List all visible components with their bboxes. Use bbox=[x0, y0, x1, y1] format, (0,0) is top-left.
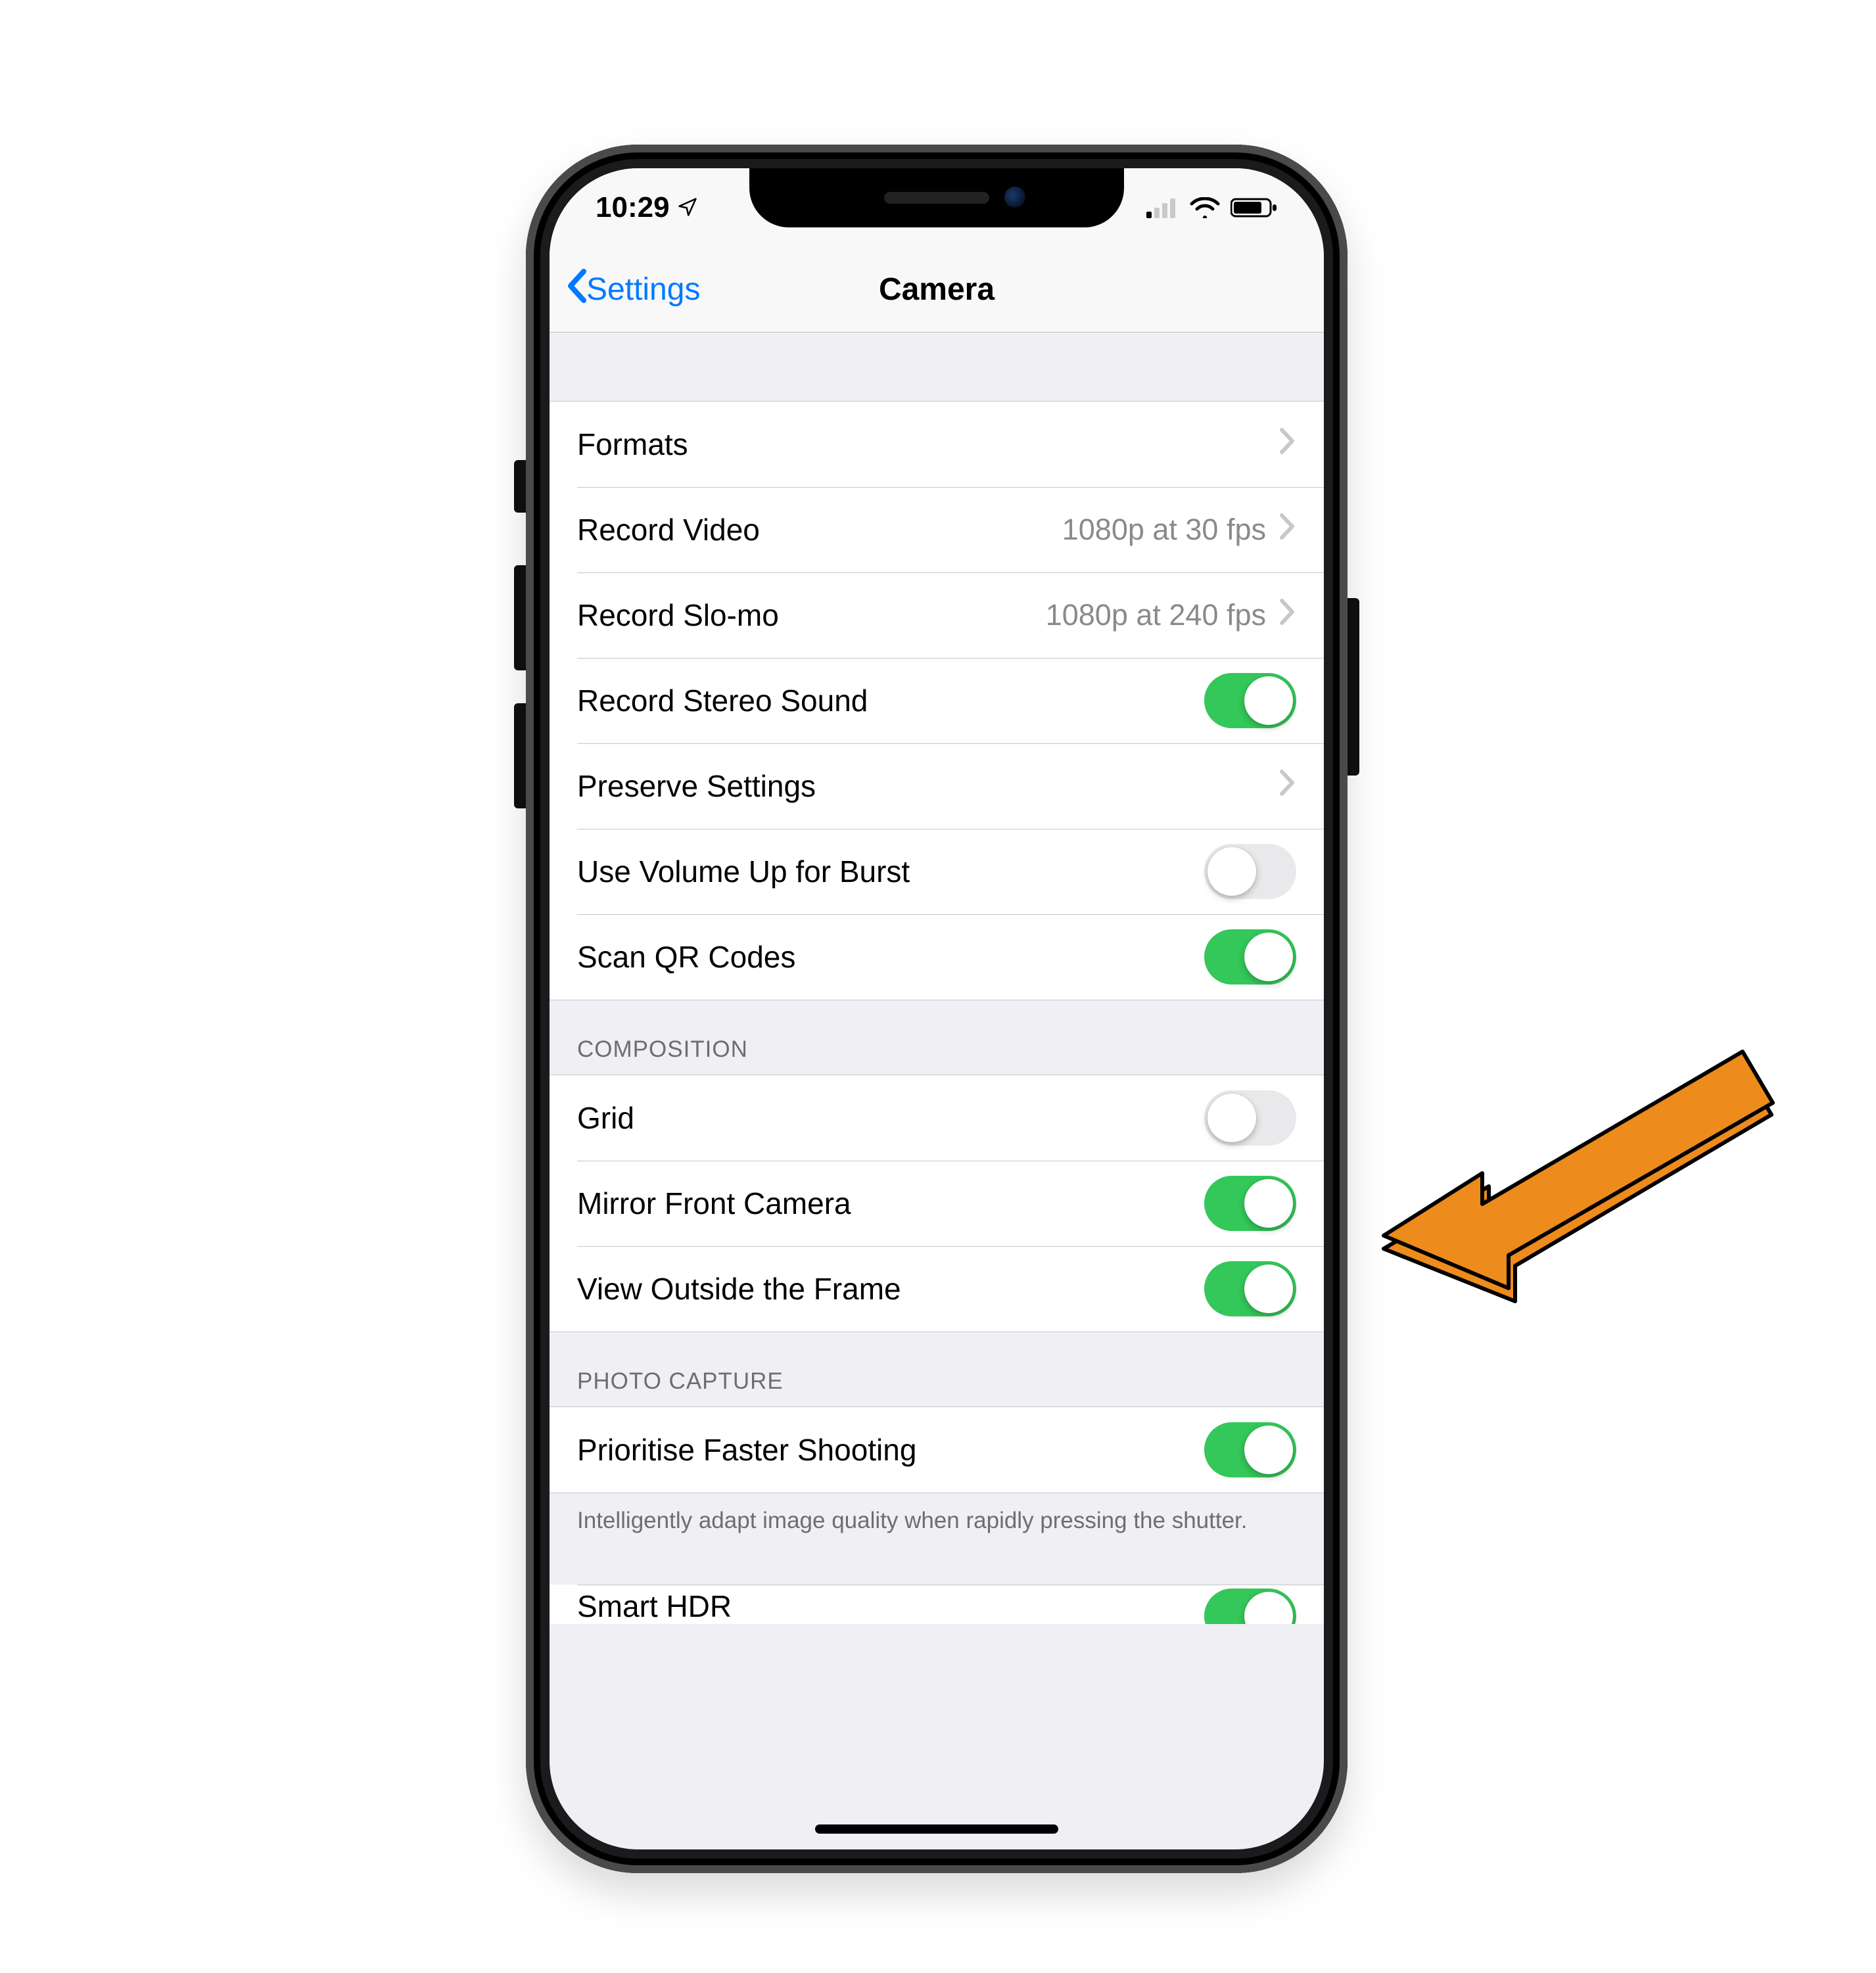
side-button bbox=[1348, 598, 1359, 776]
volume-down-button bbox=[514, 703, 526, 808]
screen: 10:29 bbox=[550, 168, 1324, 1849]
notch bbox=[749, 168, 1124, 227]
chevron-right-icon bbox=[1279, 427, 1296, 462]
toggle-record-stereo-sound[interactable] bbox=[1204, 673, 1296, 728]
toggle-prioritise-faster-shooting[interactable] bbox=[1204, 1422, 1296, 1477]
row-view-outside-frame: View Outside the Frame bbox=[550, 1246, 1324, 1332]
toggle-mirror-front-camera[interactable] bbox=[1204, 1176, 1296, 1231]
home-indicator[interactable] bbox=[815, 1824, 1058, 1834]
wifi-icon bbox=[1190, 197, 1220, 218]
nav-bar: Settings Camera bbox=[550, 247, 1324, 333]
row-label: Formats bbox=[577, 427, 688, 462]
location-arrow-icon bbox=[678, 191, 697, 224]
status-time: 10:29 bbox=[596, 191, 670, 224]
chevron-right-icon bbox=[1279, 768, 1296, 804]
row-volume-up-burst: Use Volume Up for Burst bbox=[550, 829, 1324, 914]
row-mirror-front-camera: Mirror Front Camera bbox=[550, 1161, 1324, 1246]
row-record-slomo[interactable]: Record Slo-mo 1080p at 240 fps bbox=[550, 572, 1324, 658]
row-prioritise-faster-shooting: Prioritise Faster Shooting bbox=[550, 1407, 1324, 1493]
section-header-composition: COMPOSITION bbox=[577, 1036, 748, 1063]
row-label: Record Video bbox=[577, 512, 760, 547]
mute-switch bbox=[514, 460, 526, 513]
battery-icon bbox=[1231, 197, 1278, 218]
row-label: Mirror Front Camera bbox=[577, 1186, 851, 1221]
row-scan-qr-codes: Scan QR Codes bbox=[550, 914, 1324, 1000]
front-camera-lens bbox=[1004, 187, 1025, 208]
row-record-video[interactable]: Record Video 1080p at 30 fps bbox=[550, 487, 1324, 572]
row-label: Use Volume Up for Burst bbox=[577, 854, 910, 889]
volume-up-button bbox=[514, 565, 526, 670]
toggle-scan-qr-codes[interactable] bbox=[1204, 929, 1296, 985]
row-smart-hdr: Smart HDR bbox=[550, 1585, 1324, 1624]
speaker-grille bbox=[884, 192, 989, 204]
row-grid: Grid bbox=[550, 1075, 1324, 1161]
row-label: Prioritise Faster Shooting bbox=[577, 1432, 916, 1468]
toggle-smart-hdr[interactable] bbox=[1204, 1589, 1296, 1624]
callout-arrow-icon bbox=[1377, 1032, 1785, 1324]
row-record-stereo-sound: Record Stereo Sound bbox=[550, 658, 1324, 743]
row-label: Scan QR Codes bbox=[577, 939, 795, 975]
section-footer-photo-capture: Intelligently adapt image quality when r… bbox=[550, 1493, 1324, 1585]
row-value: 1080p at 240 fps bbox=[1046, 598, 1266, 632]
chevron-right-icon bbox=[1279, 512, 1296, 547]
chevron-right-icon bbox=[1279, 597, 1296, 633]
section-header-photo-capture: PHOTO CAPTURE bbox=[577, 1368, 784, 1395]
row-label: Record Slo-mo bbox=[577, 597, 779, 633]
toggle-grid[interactable] bbox=[1204, 1090, 1296, 1146]
phone-frame: 10:29 bbox=[526, 145, 1348, 1873]
toggle-volume-up-burst[interactable] bbox=[1204, 844, 1296, 899]
toggle-view-outside-frame[interactable] bbox=[1204, 1261, 1296, 1316]
row-label: Smart HDR bbox=[577, 1589, 732, 1624]
settings-content[interactable]: Formats Record Video 1080p at 30 fps bbox=[550, 333, 1324, 1849]
nav-title: Camera bbox=[550, 247, 1324, 332]
row-formats[interactable]: Formats bbox=[550, 402, 1324, 487]
cellular-signal-icon bbox=[1146, 197, 1179, 218]
row-value: 1080p at 30 fps bbox=[1062, 513, 1266, 547]
row-label: View Outside the Frame bbox=[577, 1271, 901, 1307]
row-label: Grid bbox=[577, 1100, 634, 1136]
row-preserve-settings[interactable]: Preserve Settings bbox=[550, 743, 1324, 829]
row-label: Preserve Settings bbox=[577, 768, 816, 804]
row-label: Record Stereo Sound bbox=[577, 683, 868, 718]
